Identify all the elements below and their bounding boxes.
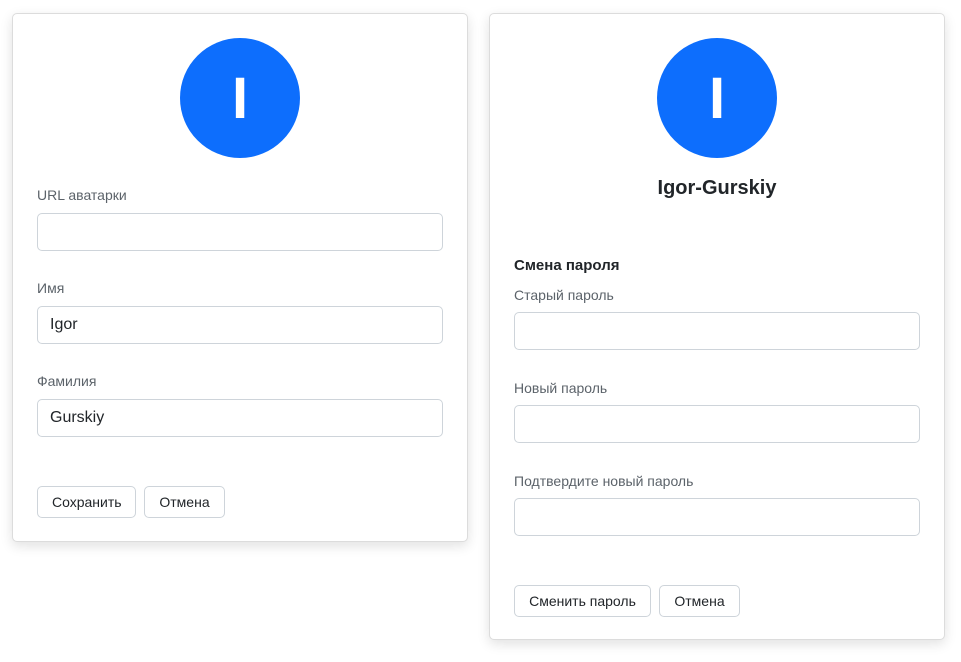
- last-name-input[interactable]: [37, 399, 443, 437]
- confirm-password-input[interactable]: [514, 498, 920, 536]
- cancel-button[interactable]: Отмена: [659, 585, 740, 617]
- save-button[interactable]: Сохранить: [37, 486, 136, 518]
- cancel-button[interactable]: Отмена: [144, 486, 225, 518]
- new-password-input[interactable]: [514, 405, 920, 443]
- last-name-label: Фамилия: [37, 373, 97, 389]
- avatar-url-label: URL аватарки: [37, 187, 127, 203]
- avatar: I: [657, 38, 777, 158]
- new-password-label: Новый пароль: [514, 380, 608, 396]
- password-section-title: Смена пароля: [514, 257, 620, 274]
- old-password-input[interactable]: [514, 312, 920, 350]
- password-change-card: I Igor-Gurskiy Смена пароля Старый парол…: [489, 13, 945, 640]
- avatar-initial: I: [231, 65, 249, 131]
- confirm-password-label: Подтвердите новый пароль: [514, 473, 694, 489]
- username-heading: Igor-Gurskiy: [657, 177, 777, 199]
- change-password-button[interactable]: Сменить пароль: [514, 585, 651, 617]
- first-name-label: Имя: [37, 280, 65, 296]
- old-password-label: Старый пароль: [514, 287, 614, 303]
- avatar-url-input[interactable]: [37, 213, 443, 251]
- avatar: I: [180, 38, 300, 158]
- profile-edit-card: I URL аватарки Имя Фамилия Сохранить Отм…: [12, 13, 468, 542]
- first-name-input[interactable]: [37, 306, 443, 344]
- avatar-initial: I: [708, 65, 726, 131]
